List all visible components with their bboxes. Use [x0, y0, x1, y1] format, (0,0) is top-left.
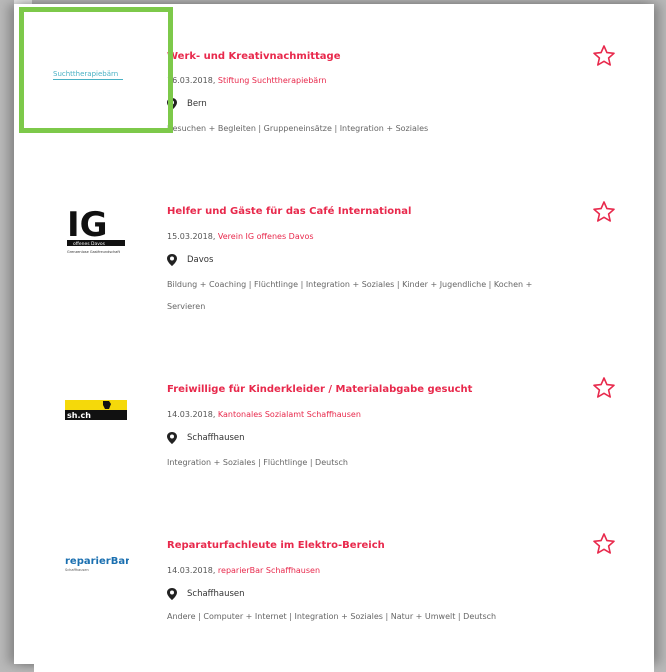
listing-date: 15.03.2018	[167, 232, 213, 241]
listing-card[interactable]: sh.ch Freiwillige für Kinderkleider / Ma…	[34, 348, 654, 503]
location-label: Schaffhausen	[187, 589, 245, 599]
organization-logo: sh.ch	[48, 390, 144, 430]
listing-organization[interactable]: Stiftung Suchttherapiebärn	[218, 76, 327, 85]
svg-text:offenes Davos: offenes Davos	[73, 241, 106, 247]
listing-location: Davos	[167, 254, 213, 266]
star-outline-icon[interactable]	[592, 200, 616, 224]
listing-title[interactable]: Freiwillige für Kinderkleider / Material…	[167, 384, 472, 395]
svg-text:reparierBar: reparierBar	[65, 556, 129, 567]
star-outline-icon[interactable]	[592, 376, 616, 400]
location-label: Davos	[187, 255, 214, 265]
listing-meta: 14.03.2018, Kantonales Sozialamt Schaffh…	[167, 410, 361, 419]
map-pin-icon	[167, 588, 177, 600]
svg-text:Schaffhausen: Schaffhausen	[65, 568, 89, 572]
listing-date: 14.03.2018	[167, 410, 213, 419]
svg-text:Grenzenlose Gastfreundschaft: Grenzenlose Gastfreundschaft	[67, 250, 121, 254]
svg-text:sh.ch: sh.ch	[67, 411, 91, 420]
listing-categories: Besuchen + Begleiten | Gruppeneinsätze |…	[167, 124, 429, 133]
location-label: Schaffhausen	[187, 433, 245, 443]
map-pin-icon	[167, 254, 177, 266]
highlight-box	[19, 7, 173, 133]
listing-title[interactable]: Werk- und Kreativnachmittage	[167, 51, 341, 62]
location-label: Bern	[187, 99, 207, 109]
listing-date: 14.03.2018	[167, 566, 213, 575]
listing-organization[interactable]: Verein IG offenes Davos	[218, 232, 314, 241]
listing-meta: 15.03.2018, Verein IG offenes Davos	[167, 232, 314, 241]
organization-logo: reparierBar Schaffhausen	[48, 544, 144, 584]
listing-meta: 16.03.2018, Stiftung Suchttherapiebärn	[167, 76, 327, 85]
listing-categories: Andere | Computer + Internet | Integrati…	[167, 612, 497, 621]
listing-title[interactable]: Helfer und Gäste für das Café Internatio…	[167, 206, 411, 217]
listing-title[interactable]: Reparaturfachleute im Elektro-Bereich	[167, 540, 385, 551]
star-outline-icon[interactable]	[592, 44, 616, 68]
listing-date: 16.03.2018	[167, 76, 213, 85]
listing-card[interactable]: IG offenes Davos Grenzenlose Gastfreunds…	[34, 170, 654, 349]
svg-text:IG: IG	[67, 205, 108, 245]
organization-logo: IG offenes Davos Grenzenlose Gastfreunds…	[48, 202, 144, 266]
listing-location: Schaffhausen	[167, 432, 245, 444]
sh-ch-logo: sh.ch	[65, 400, 127, 420]
star-outline-icon[interactable]	[592, 532, 616, 556]
listing-location: Schaffhausen	[167, 588, 245, 600]
ig-offenes-davos-logo: IG offenes Davos Grenzenlose Gastfreunds…	[67, 205, 125, 254]
listing-organization[interactable]: reparierBar Schaffhausen	[218, 566, 320, 575]
listing-card[interactable]: reparierBar Schaffhausen Reparaturfachle…	[34, 502, 654, 672]
listing-meta: 14.03.2018, reparierBar Schaffhausen	[167, 566, 321, 575]
map-pin-icon	[167, 432, 177, 444]
reparierbar-logo: reparierBar Schaffhausen	[65, 556, 129, 572]
listing-categories: Bildung + Coaching | Flüchtlinge | Integ…	[167, 280, 533, 311]
listing-organization[interactable]: Kantonales Sozialamt Schaffhausen	[218, 410, 361, 419]
listing-categories: Integration + Soziales | Flüchtlinge | D…	[167, 458, 348, 467]
